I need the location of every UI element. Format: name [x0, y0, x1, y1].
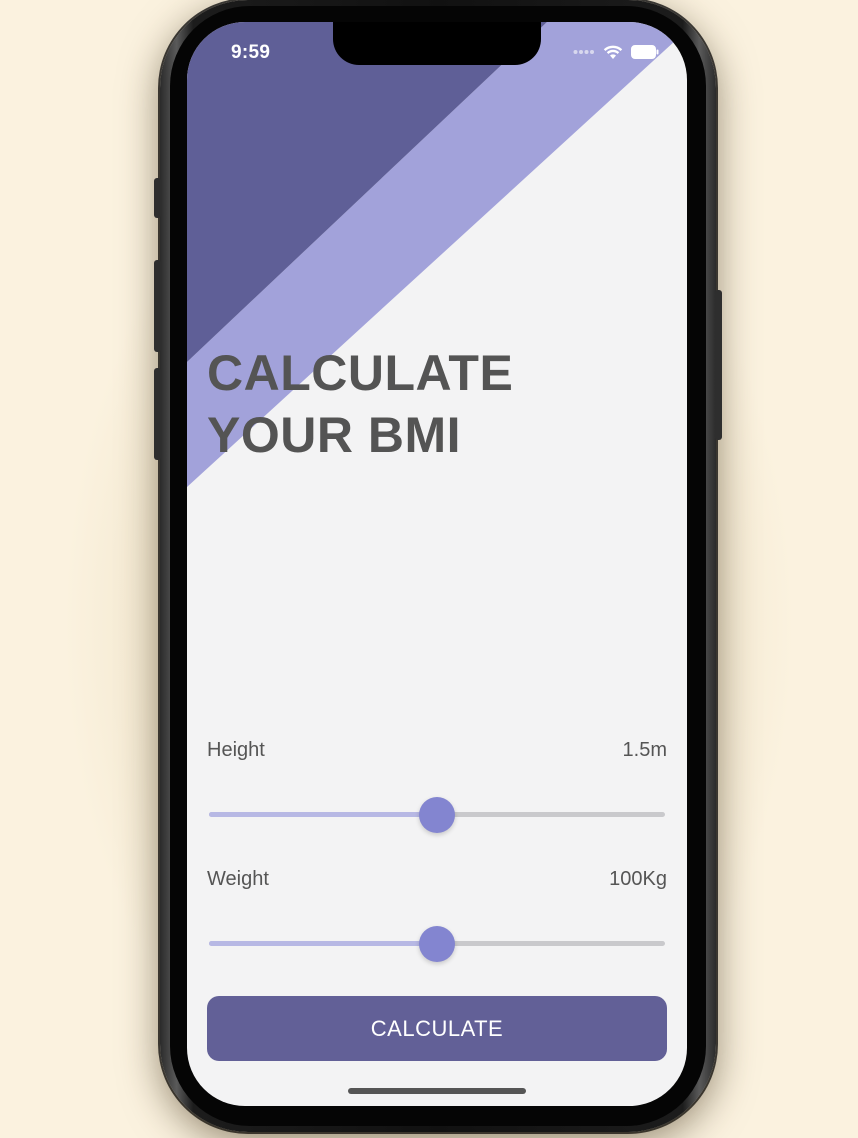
height-slider-fill [209, 812, 437, 817]
volume-down-button [154, 368, 161, 460]
status-time: 9:59 [231, 42, 271, 63]
page-title: CALCULATE YOUR BMI [207, 342, 513, 466]
wifi-icon [603, 45, 623, 59]
device-mockup: 9:59 CALCULATE YOUR BMI Height 1.5m Weig… [0, 0, 858, 1138]
weight-slider-thumb[interactable] [419, 926, 455, 962]
weight-label: Weight [207, 868, 269, 890]
title-line-1: CALCULATE [207, 345, 514, 401]
notch [333, 22, 541, 65]
height-label: Height [207, 739, 265, 761]
signal-dots-icon [573, 50, 594, 54]
battery-icon [631, 45, 659, 59]
status-icons [573, 44, 659, 60]
home-indicator [348, 1088, 526, 1094]
weight-slider-fill [209, 941, 437, 946]
height-value: 1.5m [622, 739, 667, 761]
height-slider[interactable] [209, 795, 665, 835]
weight-value: 100Kg [609, 868, 667, 890]
calculate-button[interactable]: CALCULATE [207, 996, 667, 1061]
app-screen: 9:59 CALCULATE YOUR BMI Height 1.5m Weig… [187, 22, 687, 1106]
volume-up-button [154, 260, 161, 352]
power-button [715, 290, 722, 440]
mute-switch [154, 178, 161, 218]
weight-slider[interactable] [209, 924, 665, 964]
height-slider-thumb[interactable] [419, 797, 455, 833]
title-line-2: YOUR BMI [207, 407, 461, 463]
